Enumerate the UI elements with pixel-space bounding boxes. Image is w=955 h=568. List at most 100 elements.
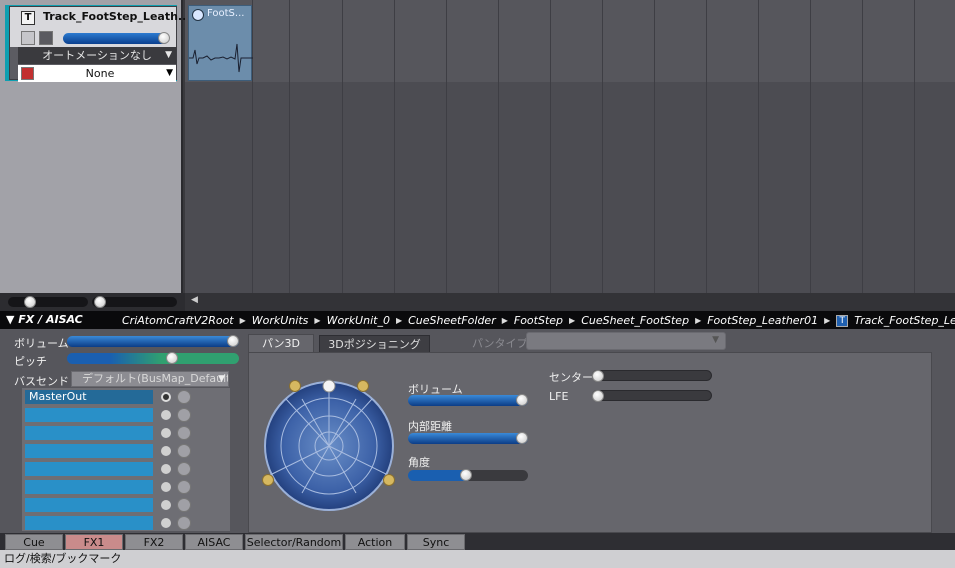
breadcrumb-item[interactable]: WorkUnit_0 bbox=[327, 314, 390, 327]
center-label: センター bbox=[549, 371, 593, 384]
bus-name-field[interactable]: MasterOut bbox=[25, 390, 153, 404]
track-list-scrollbar[interactable] bbox=[0, 293, 185, 311]
track-list-panel: T Track_FootStep_Leath... オートメーションなし ▼ N… bbox=[0, 0, 190, 293]
bus-row[interactable] bbox=[22, 478, 230, 496]
chevron-down-icon: ▼ bbox=[165, 50, 172, 60]
bus-enable-dot[interactable] bbox=[161, 464, 171, 474]
selector-icon bbox=[21, 67, 34, 80]
track-volume-slider[interactable] bbox=[63, 32, 170, 44]
volume-slider[interactable] bbox=[67, 335, 239, 347]
zoom-slider-track[interactable] bbox=[8, 296, 88, 308]
bus-level-knob[interactable] bbox=[177, 498, 191, 512]
bus-row[interactable]: MasterOut bbox=[22, 388, 230, 406]
inner-distance-knob[interactable] bbox=[516, 432, 528, 444]
bus-row[interactable] bbox=[22, 460, 230, 478]
center-knob[interactable] bbox=[592, 370, 604, 382]
speaker-front-right-icon[interactable] bbox=[357, 380, 369, 392]
bus-enable-dot[interactable] bbox=[161, 482, 171, 492]
bus-level-knob[interactable] bbox=[177, 408, 191, 422]
track-card[interactable]: T Track_FootStep_Leath... オートメーションなし ▼ N… bbox=[5, 5, 190, 82]
track-volume-knob[interactable] bbox=[158, 32, 170, 44]
tab-fx1[interactable]: FX1 bbox=[65, 534, 123, 550]
breadcrumb-item[interactable]: WorkUnits bbox=[252, 314, 309, 327]
bus-enable-dot[interactable] bbox=[161, 410, 171, 420]
tab-fx2[interactable]: FX2 bbox=[125, 534, 183, 550]
bus-row[interactable] bbox=[22, 442, 230, 460]
speaker-surround-right-icon[interactable] bbox=[383, 474, 395, 486]
speaker-surround-left-icon[interactable] bbox=[262, 474, 274, 486]
breadcrumb-item[interactable]: CriAtomCraftV2Root bbox=[122, 314, 234, 327]
tab-selector-random[interactable]: Selector/Random bbox=[245, 534, 343, 550]
scroll-slider-knob[interactable] bbox=[94, 296, 106, 308]
pantype-dropdown[interactable]: ▼ bbox=[526, 332, 726, 350]
volume-slider-knob[interactable] bbox=[227, 335, 239, 347]
inner-distance-slider[interactable] bbox=[408, 432, 528, 444]
bus-level-knob[interactable] bbox=[177, 480, 191, 494]
angle-slider[interactable] bbox=[408, 469, 528, 481]
bus-enable-dot[interactable] bbox=[161, 518, 171, 528]
bus-name-field[interactable] bbox=[25, 444, 153, 458]
breadcrumb-item[interactable]: CueSheet_FootStep bbox=[581, 314, 689, 327]
bus-level-knob[interactable] bbox=[177, 516, 191, 530]
breadcrumb-item[interactable]: FootStep_Leather01 bbox=[707, 314, 818, 327]
tab-pan3d[interactable]: パン3D bbox=[248, 334, 314, 353]
bus-name-field[interactable] bbox=[25, 426, 153, 440]
breadcrumb-item[interactable]: Track_FootStep_Leather01 bbox=[854, 314, 955, 327]
tab-cue[interactable]: Cue bbox=[5, 534, 63, 550]
bus-name-field[interactable] bbox=[25, 480, 153, 494]
zoom-slider-knob[interactable] bbox=[24, 296, 36, 308]
bus-name-field[interactable] bbox=[25, 498, 153, 512]
bussend-dropdown[interactable]: デフォルト(BusMap_Default) ▼ bbox=[71, 371, 229, 387]
center-slider[interactable] bbox=[592, 370, 712, 382]
selector-value: None bbox=[85, 67, 115, 80]
bus-row[interactable] bbox=[22, 514, 230, 531]
app-window: T Track_FootStep_Leath... オートメーションなし ▼ N… bbox=[0, 0, 955, 568]
waveform-clip[interactable]: FootS... bbox=[188, 5, 253, 81]
automation-dropdown[interactable]: オートメーションなし ▼ bbox=[18, 47, 176, 64]
timeline-scrollbar[interactable]: ◀ bbox=[185, 293, 955, 311]
pan-volume-slider[interactable] bbox=[408, 394, 528, 406]
bus-row[interactable] bbox=[22, 424, 230, 442]
scroll-left-icon[interactable]: ◀ bbox=[191, 295, 198, 305]
bus-name-field[interactable] bbox=[25, 408, 153, 422]
tab-sync[interactable]: Sync bbox=[407, 534, 465, 550]
tab-aisac[interactable]: AISAC bbox=[185, 534, 243, 550]
status-bar[interactable]: ログ/検索/ブックマーク bbox=[0, 550, 955, 568]
timeline-gridline bbox=[446, 0, 447, 293]
bus-level-knob[interactable] bbox=[177, 444, 191, 458]
pitch-slider-knob[interactable] bbox=[166, 352, 178, 364]
breadcrumb-separator-icon: ▶ bbox=[501, 316, 508, 325]
bus-enable-dot[interactable] bbox=[161, 392, 171, 402]
bus-row[interactable] bbox=[22, 496, 230, 514]
bus-level-knob[interactable] bbox=[177, 462, 191, 476]
lfe-knob[interactable] bbox=[592, 390, 604, 402]
tab-action[interactable]: Action bbox=[345, 534, 405, 550]
calculator-icon[interactable] bbox=[39, 31, 53, 45]
breadcrumb-item[interactable]: CueSheetFolder bbox=[408, 314, 496, 327]
bus-enable-dot[interactable] bbox=[161, 428, 171, 438]
track-title[interactable]: Track_FootStep_Leath... bbox=[43, 10, 190, 23]
timeline-gridline bbox=[654, 0, 655, 293]
bus-name-field[interactable] bbox=[25, 462, 153, 476]
fx-title[interactable]: ▼ FX / AISAC bbox=[6, 313, 83, 326]
bus-enable-dot[interactable] bbox=[161, 446, 171, 456]
bus-row[interactable] bbox=[22, 406, 230, 424]
bus-enable-dot[interactable] bbox=[161, 500, 171, 510]
scroll-slider-track[interactable] bbox=[92, 296, 177, 308]
waveform-toggle-icon[interactable] bbox=[21, 31, 35, 45]
bus-name-field[interactable] bbox=[25, 516, 153, 530]
pan3d-radar[interactable] bbox=[262, 379, 396, 513]
angle-knob[interactable] bbox=[460, 469, 472, 481]
track-controls-row bbox=[10, 29, 176, 47]
pan-volume-knob[interactable] bbox=[516, 394, 528, 406]
timeline-gridline bbox=[394, 0, 395, 293]
bus-level-knob[interactable] bbox=[177, 390, 191, 404]
bus-level-knob[interactable] bbox=[177, 426, 191, 440]
pitch-slider[interactable] bbox=[67, 352, 239, 364]
automation-value: オートメーションなし bbox=[42, 49, 152, 62]
selector-dropdown[interactable]: None ▼ bbox=[18, 65, 176, 82]
timeline-area[interactable]: FootS... bbox=[185, 0, 955, 293]
lfe-slider[interactable] bbox=[592, 390, 712, 402]
speaker-front-left-icon[interactable] bbox=[289, 380, 301, 392]
breadcrumb-item[interactable]: FootStep bbox=[514, 314, 563, 327]
